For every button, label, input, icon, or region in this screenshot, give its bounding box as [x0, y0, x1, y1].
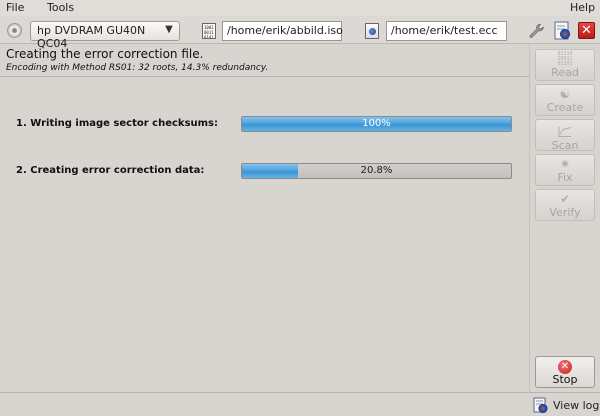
ecc-file-icon[interactable] [365, 23, 379, 39]
read-binary-icon: 01110 10011 01101 [557, 51, 573, 67]
read-button[interactable]: 01110 10011 01101 Read [535, 49, 595, 81]
step-1-label: 1. Writing image sector checksums: [16, 118, 219, 129]
view-log-label: View log [553, 399, 600, 412]
checksum-progress-bar: 100% [241, 116, 512, 132]
status-divider [0, 392, 600, 393]
image-file-icon[interactable]: 1001 0011 0101 [202, 23, 216, 39]
yin-yang-icon: ☯ [559, 87, 571, 101]
menu-help[interactable]: Help [570, 1, 595, 14]
ecc-progress-bar: 20.8% [241, 163, 512, 179]
menu-bar: File Tools Help [0, 0, 600, 16]
verify-check-icon: ✔ [559, 192, 571, 206]
stop-icon: ✕ [558, 360, 572, 374]
ecc-path-field[interactable]: /home/erik/test.ecc [386, 21, 507, 41]
sidebar-divider [529, 44, 530, 392]
step-2-label: 2. Creating error correction data: [16, 165, 205, 176]
image-path-field[interactable]: /home/erik/abbild.iso [222, 21, 343, 41]
read-button-label: Read [551, 66, 579, 79]
fix-button[interactable]: ✷ Fix [535, 154, 595, 186]
checksum-progress-text: 100% [362, 118, 391, 129]
drive-select[interactable]: hp DVDRAM GU40N QC04 ▼ [30, 21, 180, 50]
verify-button-label: Verify [549, 206, 581, 219]
header-divider [0, 76, 530, 77]
optical-drive-icon [7, 23, 22, 38]
menu-file[interactable]: File [6, 1, 24, 14]
log-window-icon[interactable] [554, 21, 572, 41]
chevron-down-icon: ▼ [165, 24, 173, 35]
verify-button[interactable]: ✔ Verify [535, 189, 595, 221]
method-subtitle: Encoding with Method RS01: 32 roots, 14.… [6, 63, 269, 73]
quit-close-icon[interactable]: ✕ [578, 22, 595, 39]
stop-button-label: Stop [552, 373, 578, 386]
puzzle-icon: ✷ [559, 157, 571, 171]
scan-graph-icon [558, 126, 572, 137]
create-button-label: Create [546, 101, 584, 114]
scan-button-label: Scan [551, 139, 579, 152]
create-button[interactable]: ☯ Create [535, 84, 595, 116]
fix-button-label: Fix [557, 171, 573, 184]
preferences-wrench-icon[interactable] [528, 23, 544, 39]
view-log-icon [533, 397, 548, 413]
page-title: Creating the error correction file. [6, 47, 204, 61]
toolbar: hp DVDRAM GU40N QC04 ▼ 1001 0011 0101 /h… [0, 16, 600, 50]
stop-button[interactable]: ✕ Stop [535, 356, 595, 388]
scan-button[interactable]: Scan [535, 119, 595, 152]
menu-tools[interactable]: Tools [47, 1, 74, 14]
ecc-progress-text: 20.8% [360, 165, 393, 176]
